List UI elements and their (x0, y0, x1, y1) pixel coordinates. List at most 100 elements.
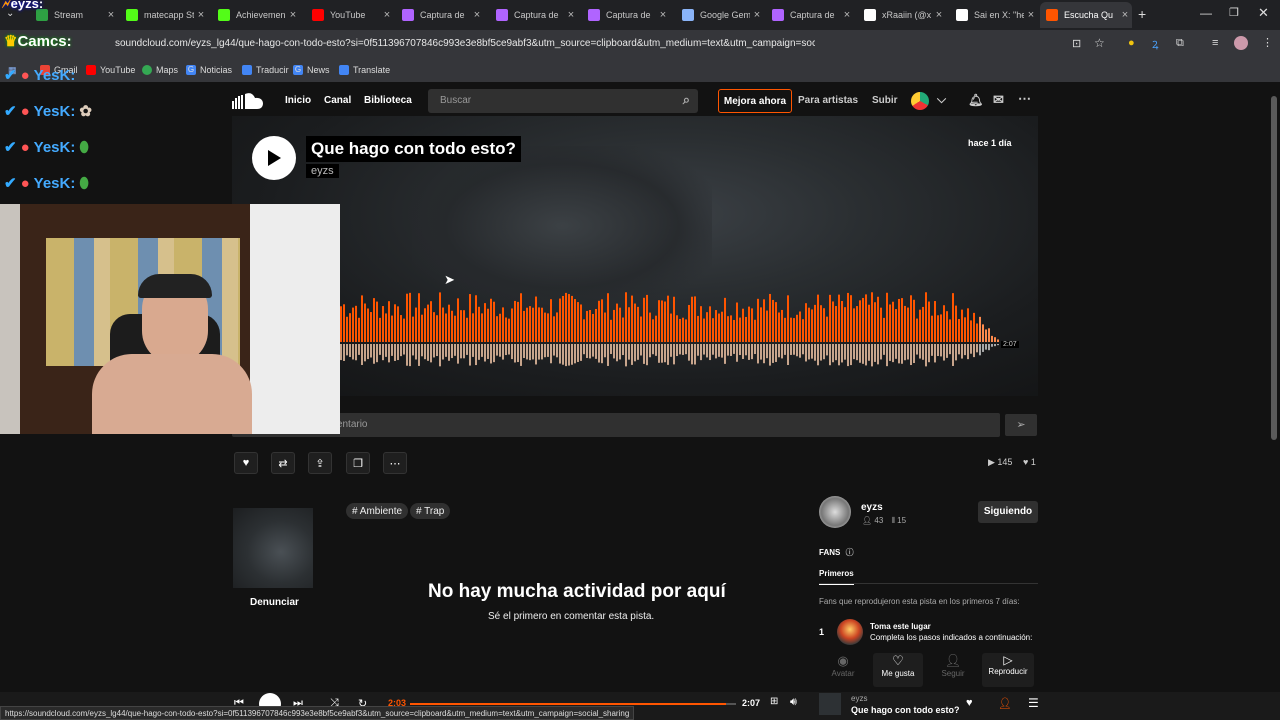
browser-tab[interactable]: Captura de × (766, 4, 854, 26)
soundcloud-logo-icon[interactable] (232, 92, 264, 113)
nav-subir[interactable]: Subir (872, 95, 898, 106)
repost-button[interactable]: ⇄ (271, 452, 295, 474)
like-button[interactable]: ♥ (234, 452, 258, 474)
close-tab-icon[interactable]: × (932, 9, 946, 21)
close-window-button[interactable]: ✕ (1258, 5, 1269, 21)
nav-canal[interactable]: Canal (324, 95, 351, 106)
progress-track[interactable] (410, 703, 736, 705)
new-tab-button[interactable]: + (1138, 6, 1146, 22)
info-icon[interactable]: ⓘ (846, 548, 854, 557)
bookmark-traducir[interactable]: Traducir (242, 65, 289, 75)
bookmark-noticias[interactable]: G Noticias (186, 65, 232, 75)
nav-inicio[interactable]: Inicio (285, 95, 311, 106)
track-artist[interactable]: eyzs (306, 164, 339, 178)
close-tab-icon[interactable]: × (104, 9, 118, 21)
messages-mail-icon[interactable]: ✉ (993, 92, 1004, 108)
play-button[interactable] (252, 136, 296, 180)
tab-favicon-icon (682, 9, 694, 21)
search-input[interactable]: Buscar ⌕ (428, 89, 698, 113)
copy-link-button[interactable]: ❐ (346, 452, 370, 474)
extension-icon[interactable]: ● (1128, 37, 1135, 49)
bookmark-youtube[interactable]: YouTube (86, 65, 135, 75)
close-tab-icon[interactable]: × (840, 9, 854, 21)
browser-tab[interactable]: matecapp St × (120, 4, 208, 26)
address-bar[interactable]: soundcloud.com/eyzs_lg44/que-hago-con-to… (115, 38, 815, 49)
close-tab-icon[interactable]: × (380, 9, 394, 21)
upgrade-button[interactable]: Mejora ahora (718, 89, 792, 113)
bookmark-news[interactable]: G News (293, 65, 330, 75)
tag-ambiente[interactable]: # Ambiente (346, 503, 409, 519)
waveform-reflection (418, 344, 420, 366)
artist-name[interactable]: eyzs (861, 502, 883, 513)
page-scrollbar[interactable] (1271, 96, 1277, 440)
browser-tab[interactable]: Sai en X: "he × (950, 4, 1038, 26)
nav-para-artistas[interactable]: Para artistas (798, 95, 858, 106)
track-artwork-thumbnail[interactable] (233, 508, 313, 588)
like-icon[interactable]: ♥ (966, 697, 973, 709)
browser-tab[interactable]: Escucha Qu × (1040, 2, 1132, 28)
cursor-icon: ➤ (444, 272, 455, 287)
more-actions-button[interactable]: ⋯ (383, 452, 407, 474)
waveform-bar (502, 307, 504, 342)
close-tab-icon[interactable]: × (194, 9, 208, 21)
nav-biblioteca[interactable]: Biblioteca (364, 95, 412, 106)
close-tab-icon[interactable]: × (564, 9, 578, 21)
browser-tab[interactable]: Captura de × (396, 4, 484, 26)
maximize-button[interactable]: ❐ (1229, 6, 1239, 19)
following-button[interactable]: Siguiendo (978, 501, 1038, 523)
volume-icon[interactable]: 🔊︎ (790, 696, 797, 709)
close-tab-icon[interactable]: × (286, 9, 300, 21)
browser-tab[interactable]: Captura de × (582, 4, 670, 26)
chevron-down-icon[interactable]: ⌵ (937, 92, 946, 107)
bookmark-translate[interactable]: Translate (339, 65, 390, 75)
waveform-bar (985, 329, 987, 342)
step-play-button[interactable]: ▷ Reproducir (982, 653, 1034, 687)
now-playing-artwork[interactable] (819, 693, 841, 715)
step-like-button[interactable]: ♡ Me gusta (873, 653, 923, 687)
tag-trap[interactable]: # Trap (410, 503, 451, 519)
close-tab-icon[interactable]: × (656, 9, 670, 21)
browser-tab[interactable]: xRaaiin (@x × (858, 4, 946, 26)
install-icon[interactable]: ⊡ (1072, 37, 1081, 50)
browser-tab[interactable]: Captura de × (490, 4, 578, 26)
search-icon[interactable]: ⌕ (683, 92, 690, 108)
waveform-reflection (823, 344, 825, 360)
now-playing-artist[interactable]: eyzs (851, 694, 867, 703)
close-tab-icon[interactable]: × (750, 9, 764, 21)
queue-icon[interactable]: ☰ (1028, 696, 1039, 710)
browser-tab[interactable]: Google Gem × (676, 4, 764, 26)
follow-artist-icon[interactable]: 👤︎ (998, 697, 1012, 710)
cast-icon[interactable]: ⊞ (770, 696, 778, 707)
browser-tab[interactable]: YouTube × (306, 4, 394, 26)
waveform-bar (562, 295, 564, 342)
browser-tab[interactable]: Achievemen × (212, 4, 300, 26)
send-comment-icon[interactable]: ➢ (1005, 414, 1037, 436)
waveform-bar (823, 308, 825, 342)
waveform-bar (655, 315, 657, 342)
now-playing-title[interactable]: Que hago con todo esto? (851, 705, 960, 715)
waveform-reflection (826, 344, 828, 356)
media-controls-icon[interactable]: ≡ (1212, 37, 1218, 49)
more-menu-icon[interactable]: ⋯ (1018, 91, 1031, 107)
notifications-bell-icon[interactable]: 🔔︎ (968, 93, 983, 107)
translate-extension-icon[interactable]: Ꝝ (1152, 37, 1158, 51)
waveform-reflection (952, 344, 954, 366)
extensions-puzzle-icon[interactable]: ⧉ (1176, 37, 1184, 50)
report-link[interactable]: Denunciar (250, 597, 299, 608)
comment-input[interactable]: Escribe un comentario (232, 413, 1000, 437)
artist-avatar[interactable] (819, 496, 851, 528)
browser-menu-icon[interactable]: ⋮ (1262, 36, 1273, 49)
waveform-bar (667, 295, 669, 342)
close-tab-icon[interactable]: × (1024, 9, 1038, 21)
bookmark-star-icon[interactable]: ☆ (1094, 36, 1105, 50)
bookmark-label: Traducir (256, 65, 289, 75)
close-tab-icon[interactable]: × (470, 9, 484, 21)
share-button[interactable]: ⇪ (308, 452, 332, 474)
bookmark-maps[interactable]: Maps (142, 65, 178, 75)
profile-avatar[interactable] (1234, 36, 1248, 50)
minimize-button[interactable]: — (1200, 6, 1212, 20)
close-tab-icon[interactable]: × (1118, 9, 1132, 21)
waveform[interactable] (340, 290, 1020, 380)
waveform-bar (850, 295, 852, 342)
user-avatar[interactable] (911, 92, 929, 110)
